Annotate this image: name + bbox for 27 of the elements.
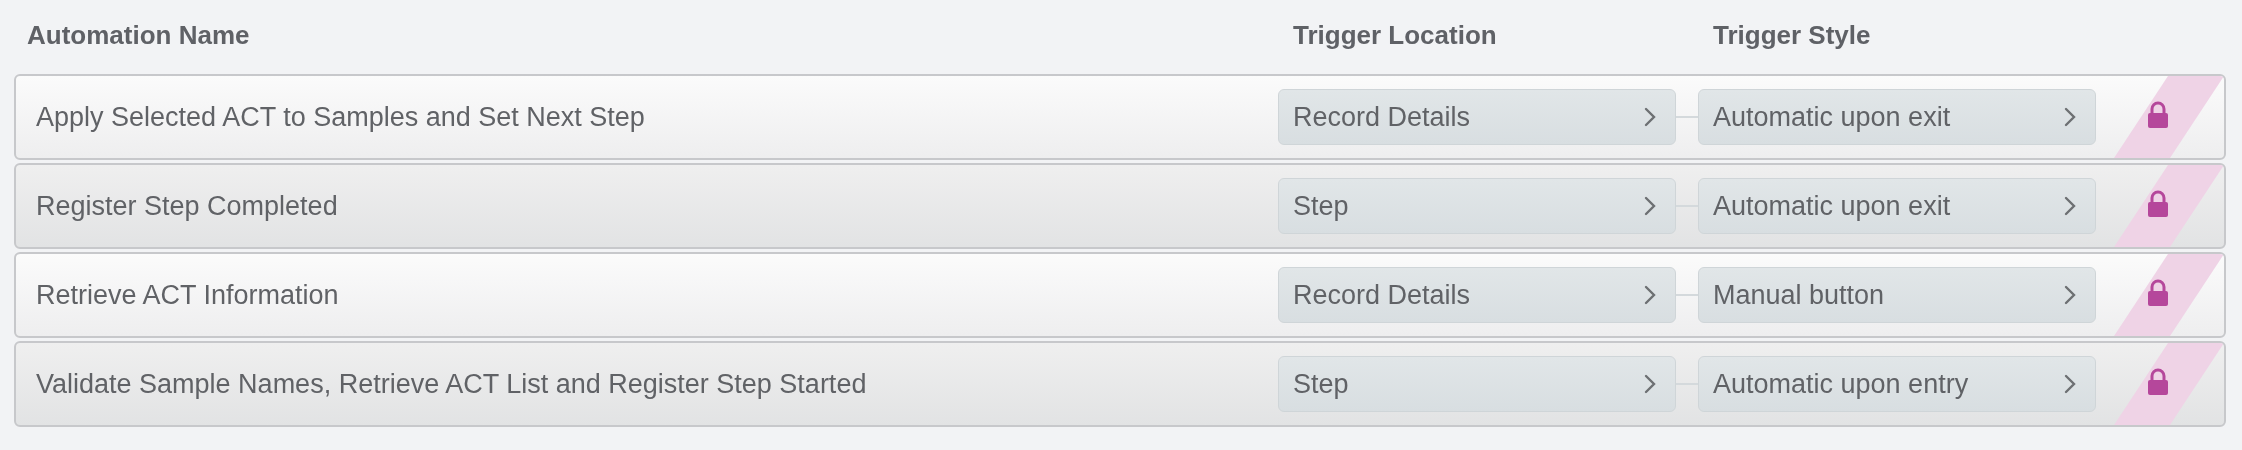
chevron-right-icon [2063,373,2077,395]
trigger-location-select[interactable]: Step [1278,356,1676,412]
column-header: Automation Name [26,19,251,51]
chevron-right-icon [1643,373,1657,395]
trigger-style-select[interactable]: Automatic upon exit [1698,89,2096,145]
automation-row[interactable]: Register Step Completed Step Automatic upon exit [14,163,2226,249]
trigger-location-select[interactable]: Step [1278,178,1676,234]
automation-row[interactable]: Retrieve ACT Information Record Details Manual button [14,252,2226,338]
automation-name: Register Step Completed [35,190,339,222]
automation-name: Retrieve ACT Information [35,279,340,311]
trigger-style-select[interactable]: Manual button [1698,267,2096,323]
trigger-location-select[interactable]: Record Details [1278,89,1676,145]
chevron-right-icon [1643,284,1657,306]
automation-name: Apply Selected ACT to Samples and Set Next Step [35,101,646,133]
trigger-location-select[interactable]: Record Details [1278,267,1676,323]
automation-row[interactable]: Validate Sample Names, Retrieve ACT List and Register Step Started Step Automatic upon entry [14,341,2226,427]
chevron-right-icon [2063,106,2077,128]
chevron-right-icon [2063,284,2077,306]
chevron-right-icon [2063,195,2077,217]
chevron-right-icon [1643,106,1657,128]
trigger-style-select[interactable]: Automatic upon exit [1698,178,2096,234]
automation-name: Validate Sample Names, Retrieve ACT List and Register Step Started [35,368,868,400]
column-header: Trigger Style [1712,19,1872,51]
column-header: Trigger Location [1292,19,1498,51]
chevron-right-icon [1643,195,1657,217]
automation-row[interactable]: Apply Selected ACT to Samples and Set Next Step Record Details Automatic upon exit [14,74,2226,160]
trigger-style-select[interactable]: Automatic upon entry [1698,356,2096,412]
